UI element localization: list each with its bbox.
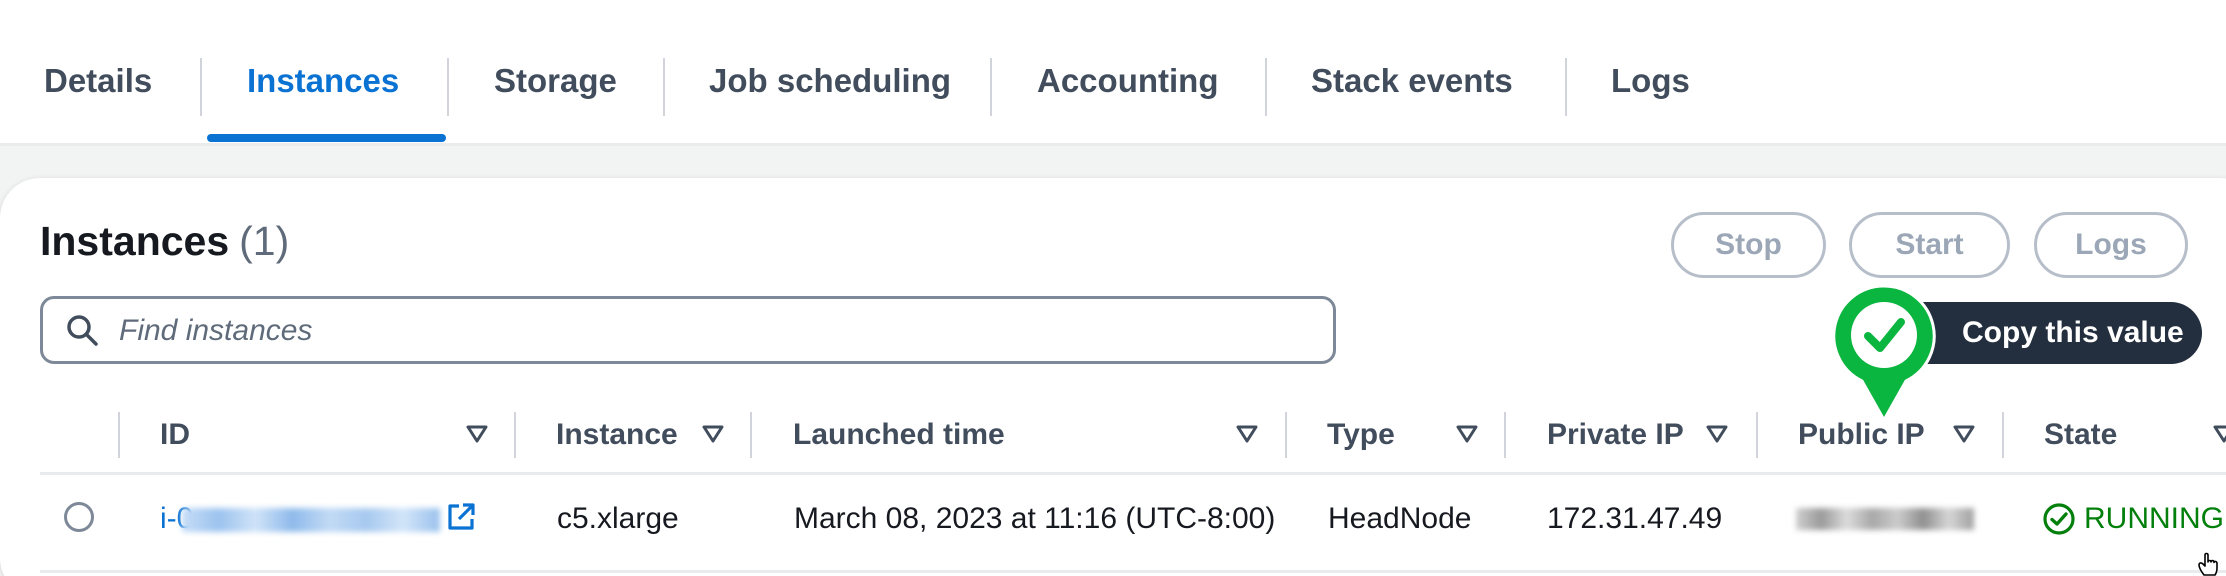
active-tab-indicator — [207, 134, 446, 142]
tab-separator — [447, 58, 449, 116]
tab-storage[interactable]: Storage — [494, 62, 617, 120]
tab-job-scheduling[interactable]: Job scheduling — [709, 62, 951, 120]
caret-down-outline-icon[interactable] — [2212, 422, 2226, 446]
stop-button[interactable]: Stop — [1671, 212, 1826, 278]
column-separator — [514, 412, 516, 458]
redacted-instance-id[interactable] — [182, 508, 440, 532]
tab-separator — [1265, 58, 1267, 116]
column-separator — [1756, 412, 1758, 458]
cell-node-type: HeadNode — [1328, 502, 1472, 535]
column-separator — [1504, 412, 1506, 458]
tab-separator — [200, 58, 202, 116]
tab-logs[interactable]: Logs — [1611, 62, 1690, 120]
tab-details[interactable]: Details — [44, 62, 152, 120]
column-header-instance[interactable]: Instance — [556, 418, 678, 458]
caret-down-outline-icon[interactable] — [1235, 422, 1259, 446]
hand-cursor-icon — [2198, 552, 2218, 576]
search-box — [40, 296, 1336, 364]
logs-button[interactable]: Logs — [2034, 212, 2188, 278]
instances-heading: Instances (1) — [40, 218, 289, 265]
tab-stack-events[interactable]: Stack events — [1311, 62, 1513, 120]
tab-separator — [1565, 58, 1567, 116]
caret-down-outline-icon[interactable] — [1705, 422, 1729, 446]
column-header-launched-time[interactable]: Launched time — [793, 418, 1005, 458]
column-separator — [750, 412, 752, 458]
row-select-radio[interactable] — [64, 502, 94, 532]
cell-private-ip: 172.31.47.49 — [1547, 502, 1723, 535]
search-icon — [67, 315, 98, 346]
instances-count: (1) — [239, 218, 290, 264]
copy-tooltip-text: Copy this value — [1962, 316, 2184, 349]
tab-separator — [663, 58, 665, 116]
cell-launched-time: March 08, 2023 at 11:16 (UTC-8:00) — [794, 502, 1276, 535]
instances-title: Instances — [40, 218, 230, 264]
column-header-state[interactable]: State — [2044, 418, 2117, 458]
column-header-type[interactable]: Type — [1327, 418, 1395, 458]
table-row-divider — [40, 570, 2226, 573]
cell-instance-type: c5.xlarge — [557, 502, 679, 535]
caret-down-outline-icon[interactable] — [1455, 422, 1479, 446]
column-separator — [1285, 412, 1287, 458]
status-check-circle-icon — [2043, 503, 2075, 535]
caret-down-outline-icon[interactable] — [701, 422, 725, 446]
column-header-id[interactable]: ID — [160, 418, 190, 458]
column-header-private-ip[interactable]: Private IP — [1547, 418, 1684, 458]
column-separator — [2002, 412, 2004, 458]
search-input[interactable] — [117, 305, 1301, 357]
caret-down-outline-icon[interactable] — [1952, 422, 1976, 446]
cell-state: RUNNING — [2084, 502, 2224, 535]
table-header-divider — [40, 472, 2226, 475]
tab-accounting[interactable]: Accounting — [1037, 62, 1218, 120]
tab-bar: Details Instances Storage Job scheduling… — [0, 0, 2226, 146]
tab-instances[interactable]: Instances — [247, 62, 399, 120]
redacted-public-ip[interactable] — [1796, 508, 1974, 530]
start-button[interactable]: Start — [1849, 212, 2010, 278]
check-badge-icon — [1832, 284, 1936, 424]
column-separator — [118, 412, 120, 458]
caret-down-outline-icon[interactable] — [465, 422, 489, 446]
page: Details Instances Storage Job scheduling… — [0, 0, 2226, 576]
tab-separator — [990, 58, 992, 116]
external-link-icon[interactable] — [446, 502, 476, 532]
